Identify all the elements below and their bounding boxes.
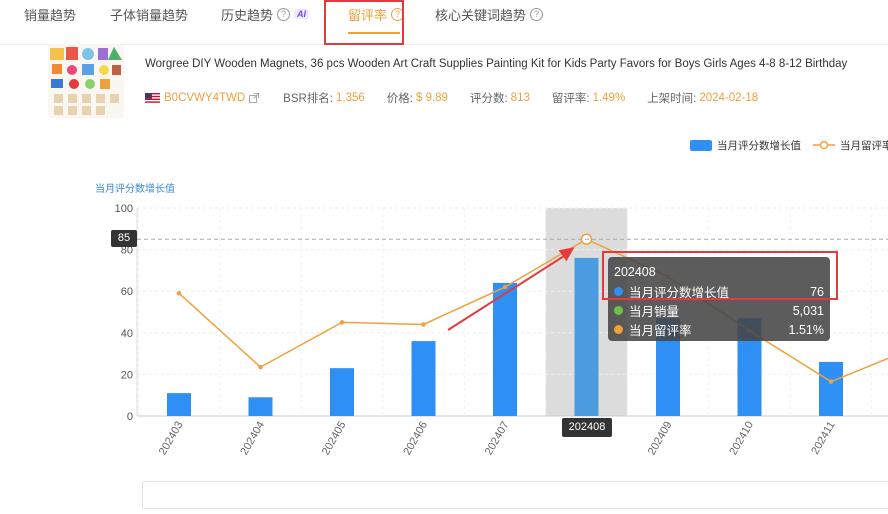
x-tick-label: 202409 <box>646 420 675 458</box>
tooltip-row-name: 当月销量 <box>629 305 680 319</box>
x-tick-label: 202405 <box>320 420 349 458</box>
line-point <box>421 322 426 327</box>
tooltip-row: 当月销量 5,031 <box>614 301 824 320</box>
x-tick-label: 202406 <box>401 420 430 458</box>
bar <box>411 341 436 416</box>
bar <box>330 368 354 416</box>
y-tick-label: 20 <box>121 369 133 381</box>
tooltip-dot-icon <box>614 325 623 334</box>
bar <box>167 393 191 416</box>
y-tick-label: 100 <box>115 203 133 215</box>
x-tick-label: 202407 <box>483 420 512 458</box>
bar <box>574 257 599 416</box>
y-tick-label: 60 <box>121 286 133 298</box>
tooltip-row: 当月留评率 1.51% <box>614 320 824 339</box>
bar <box>248 397 273 416</box>
line-point <box>828 379 834 384</box>
tooltip-row-name: 当月留评率 <box>629 324 692 338</box>
line-point <box>502 284 508 290</box>
tooltip-row-value: 1.51% <box>788 322 824 337</box>
x-tick-label: 202410 <box>727 420 756 458</box>
y-tick-label: 40 <box>121 328 133 340</box>
tooltip-dot-icon <box>614 306 623 315</box>
bar <box>819 361 843 416</box>
data-zoom-slider[interactable] <box>142 481 888 509</box>
line-point <box>339 320 345 325</box>
annotation-highlight-box <box>602 251 838 300</box>
line-point <box>176 291 182 296</box>
crosshair-y-label: 85 <box>111 230 137 247</box>
crosshair-x-label: 202408 <box>562 418 612 437</box>
tooltip-row-value: 5,031 <box>792 303 824 318</box>
bar <box>493 282 517 416</box>
x-tick-label: 202403 <box>157 420 186 458</box>
y-tick-label: 0 <box>127 411 133 423</box>
line-point <box>258 364 263 370</box>
x-tick-label: 202404 <box>238 420 267 458</box>
x-tick-label: 202411 <box>809 420 837 457</box>
